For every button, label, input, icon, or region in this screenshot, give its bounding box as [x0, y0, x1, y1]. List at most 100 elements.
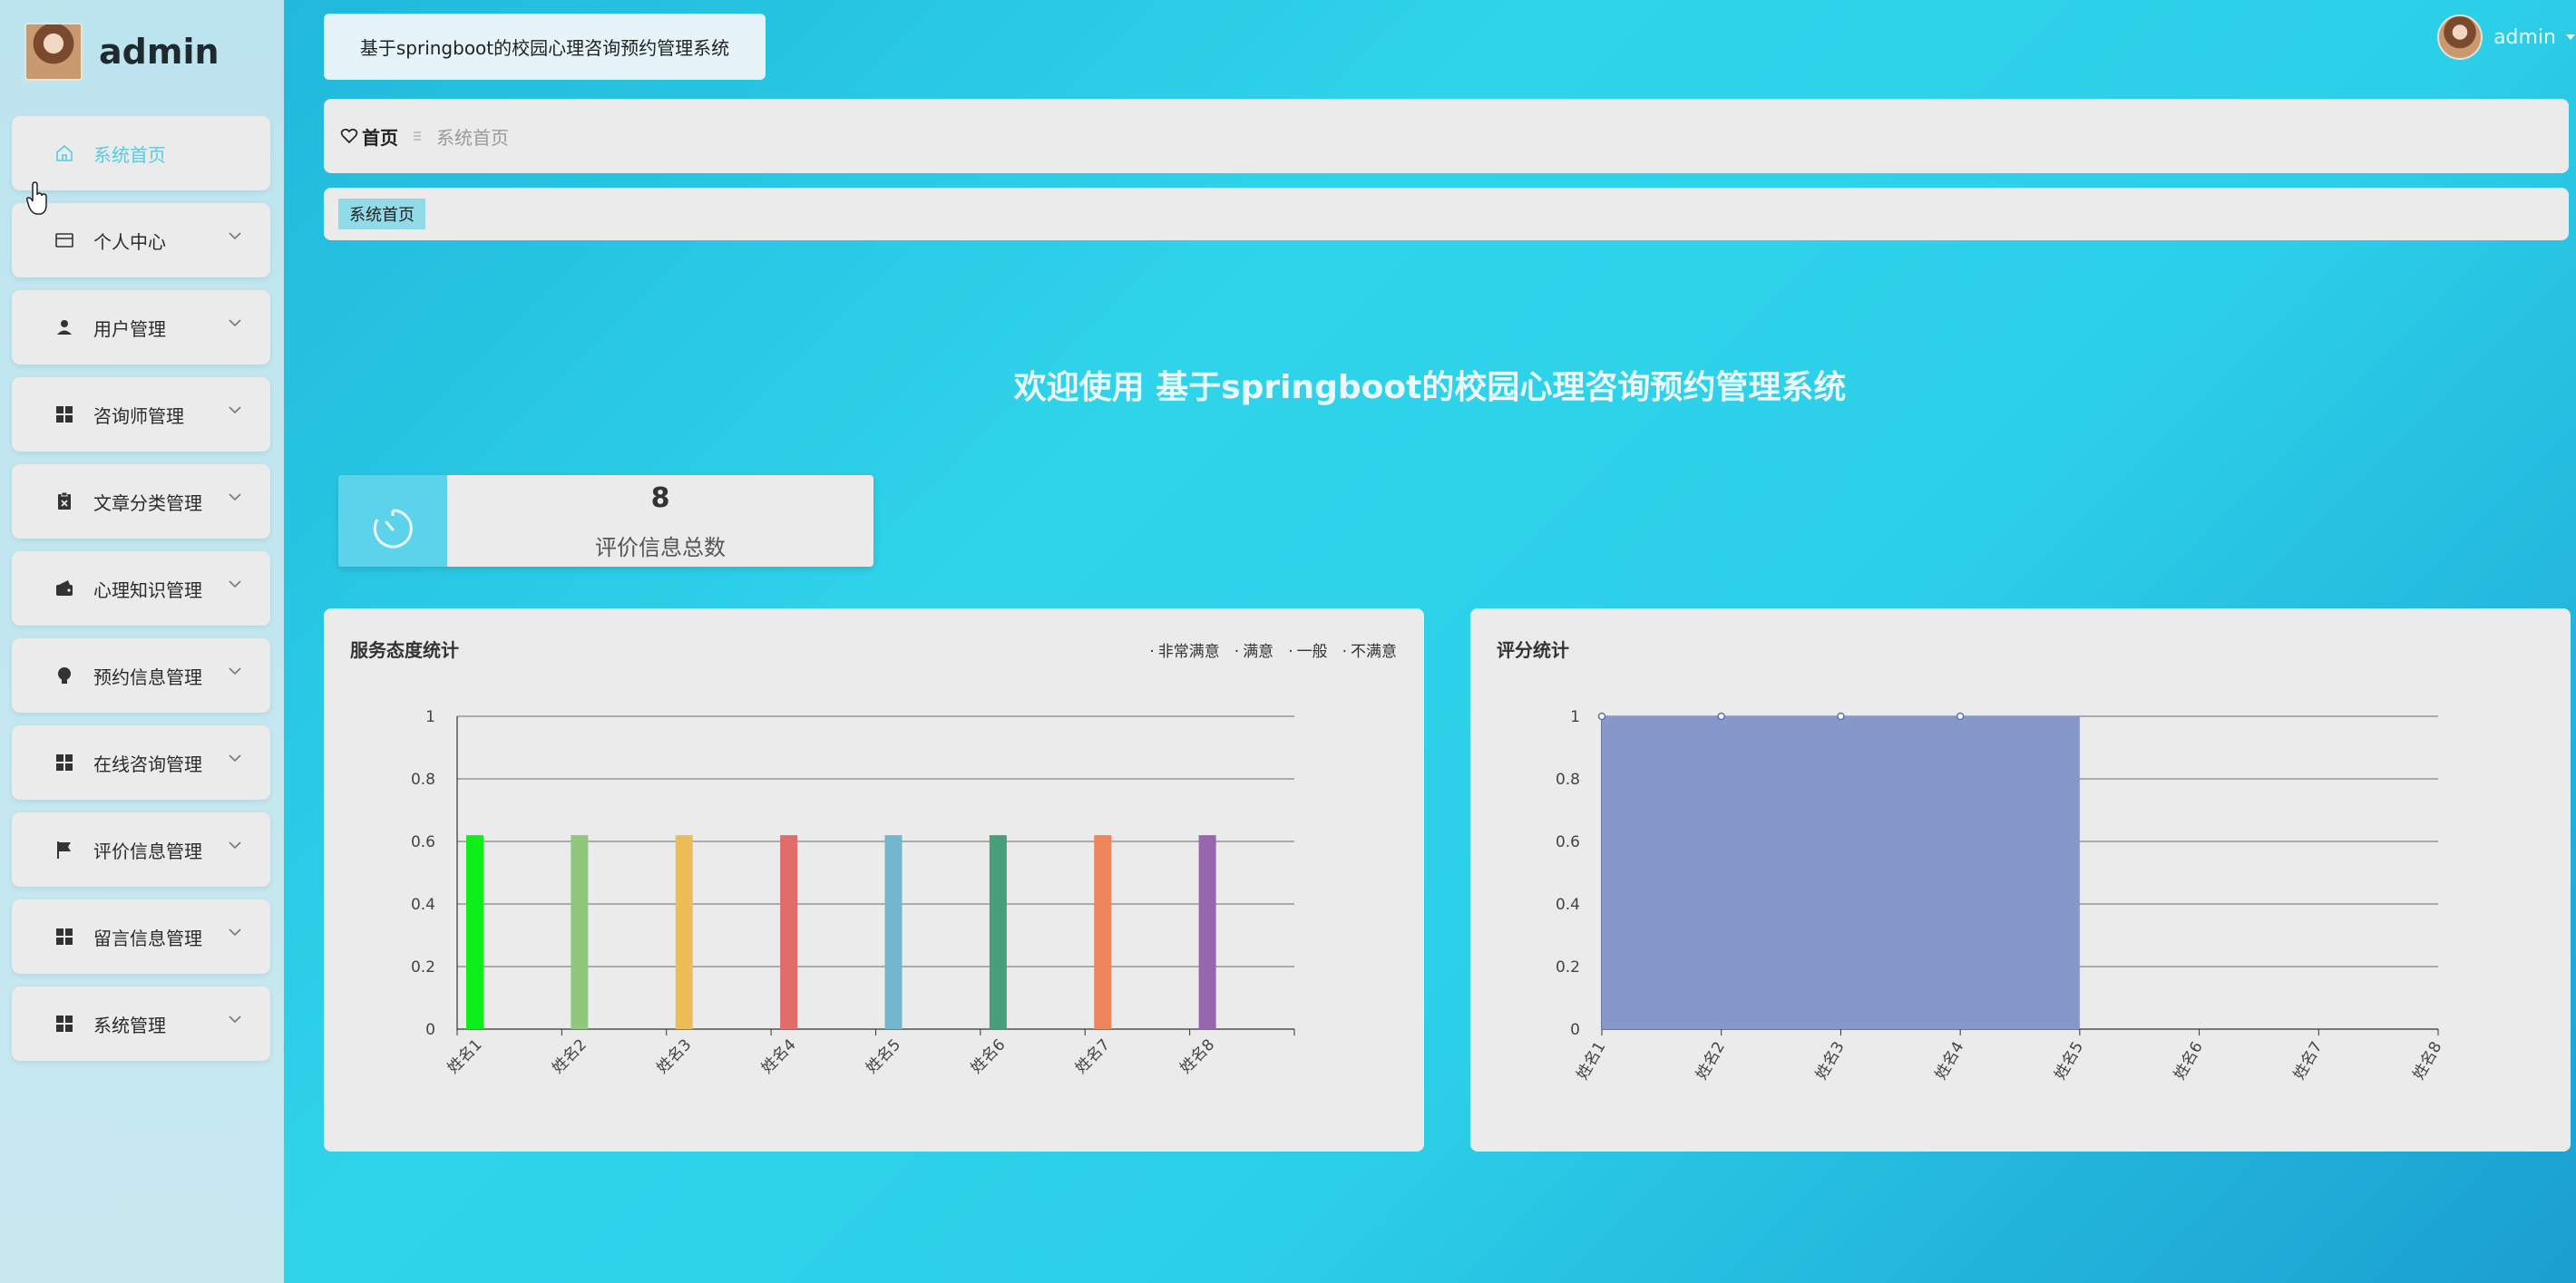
separator-icon [414, 131, 421, 141]
sidebar-item-knowledge-management[interactable]: 心理知识管理 [12, 551, 270, 626]
bar [466, 835, 483, 1029]
y-tick-label: 0.8 [1556, 771, 1580, 789]
x-tick-label: 姓名4 [1932, 1039, 1968, 1084]
sidebar-item-label: 在线咨询管理 [93, 753, 202, 775]
x-tick-label: 姓名5 [2051, 1039, 2087, 1084]
bar [884, 835, 903, 1029]
y-tick-label: 1 [425, 708, 435, 726]
area-fill [1602, 716, 2080, 1029]
user-menu[interactable]: admin [2437, 15, 2576, 60]
grid-icon [54, 1013, 75, 1035]
welcome-heading: 欢迎使用 基于springboot的校园心理咨询预约管理系统 [1013, 369, 1847, 406]
sidebar-item-review-management[interactable]: 评价信息管理 [12, 812, 270, 887]
heart-icon [340, 128, 358, 144]
brand: admin [24, 23, 220, 81]
x-tick-label: 姓名1 [1574, 1039, 1610, 1084]
x-tick-label: 姓名8 [2410, 1039, 2446, 1084]
data-point [1837, 712, 1845, 721]
chevron-down-icon [229, 580, 241, 588]
chevron-down-icon [229, 1016, 241, 1024]
breadcrumb: 首页 系统首页 [324, 99, 2569, 173]
tags-bar: 系统首页 [324, 188, 2569, 240]
bar-chart: 0 0.2 0.4 0.6 0.8 1 姓名1 姓名2 姓名3 姓名4 姓名5 姓名6 姓名7 姓名8 [411, 708, 1295, 1077]
y-tick-label: 0.6 [411, 833, 435, 851]
x-tick-label: 姓名2 [1693, 1039, 1729, 1084]
y-tick-label: 0.6 [1556, 833, 1580, 851]
y-tick-label: 0.4 [1556, 896, 1580, 914]
sidebar-item-home[interactable]: 系统首页 [12, 116, 270, 190]
stat-card: 8 评价信息总数 [338, 475, 873, 567]
chevron-down-icon [229, 319, 241, 327]
bar [675, 835, 693, 1029]
grid-icon [54, 403, 75, 425]
y-tick-label: 0 [425, 1021, 435, 1039]
breadcrumb-home-link[interactable]: 首页 [362, 123, 398, 150]
bar [780, 835, 798, 1029]
chevron-down-icon [229, 667, 241, 676]
sidebar-item-label: 预约信息管理 [93, 666, 202, 688]
x-tick-label: 姓名6 [968, 1035, 1010, 1077]
timer-icon [338, 475, 447, 567]
stat-value: 8 [650, 482, 670, 514]
grid-icon [54, 752, 75, 773]
sidebar-item-appointment-management[interactable]: 预约信息管理 [12, 638, 270, 713]
tab-home[interactable]: 系统首页 [338, 199, 425, 229]
x-tick-label: 姓名8 [1176, 1035, 1218, 1077]
bar [989, 835, 1007, 1029]
sidebar-item-label: 留言信息管理 [93, 927, 202, 949]
data-point [1717, 712, 1725, 721]
x-tick-label: 姓名4 [758, 1035, 800, 1077]
y-tick-label: 0.2 [411, 958, 435, 977]
chevron-down-icon [229, 754, 241, 763]
sidebar-item-label: 用户管理 [93, 317, 166, 340]
sidebar-item-label: 心理知识管理 [93, 578, 202, 601]
user-name: admin [2493, 25, 2556, 49]
system-title: 基于springboot的校园心理咨询预约管理系统 [324, 14, 766, 80]
avatar [24, 23, 83, 81]
bar [1094, 835, 1112, 1029]
chevron-down-icon [229, 493, 241, 501]
area-chart: 0 0.2 0.4 0.6 0.8 1 姓名1 姓名2 姓名3 姓名4 姓名5 姓名6 姓名7 姓名8 [1556, 708, 2446, 1084]
sidebar-item-message-management[interactable]: 留言信息管理 [12, 899, 270, 974]
x-tick-label: 姓名3 [653, 1035, 695, 1077]
sidebar-item-system-management[interactable]: 系统管理 [12, 987, 270, 1061]
y-tick-label: 0.2 [1556, 958, 1580, 977]
grid-icon [54, 926, 75, 948]
sidebar-item-label: 系统首页 [93, 143, 166, 166]
chevron-down-icon [229, 232, 241, 240]
x-tick-label: 姓名2 [549, 1035, 590, 1077]
breadcrumb-current: 系统首页 [436, 126, 509, 149]
data-point [1956, 712, 1965, 721]
bar [571, 835, 589, 1029]
home-icon [54, 142, 75, 164]
mouse-pointer-icon [25, 181, 47, 215]
chevron-down-icon [229, 406, 241, 414]
sidebar-item-label: 系统管理 [93, 1014, 166, 1036]
x-tick-label: 姓名6 [2171, 1039, 2207, 1084]
chevron-down-icon [229, 841, 241, 850]
sidebar-item-counselor-management[interactable]: 咨询师管理 [12, 377, 270, 452]
x-tick-label: 姓名7 [2290, 1039, 2327, 1084]
avatar [2437, 15, 2483, 60]
sidebar-menu: 系统首页 个人中心 用户管理 咨询师管理 文章分类管理 心理知识管理 预约信息管… [12, 116, 270, 1074]
stat-label: 评价信息总数 [595, 535, 726, 560]
sidebar-item-user-management[interactable]: 用户管理 [12, 290, 270, 364]
x-tick-label: 姓名5 [863, 1035, 904, 1077]
sidebar-item-label: 个人中心 [93, 230, 166, 253]
bulb-icon [54, 665, 75, 686]
y-tick-label: 1 [1570, 708, 1580, 726]
brand-name: admin [99, 32, 220, 72]
sidebar-item-article-category-management[interactable]: 文章分类管理 [12, 464, 270, 539]
y-tick-label: 0 [1570, 1021, 1580, 1039]
x-tick-label: 姓名3 [1812, 1039, 1849, 1084]
data-point [1597, 712, 1606, 721]
sidebar-item-online-consult-management[interactable]: 在线咨询管理 [12, 725, 270, 800]
y-tick-label: 0.8 [411, 771, 435, 789]
user-icon [54, 316, 75, 338]
flag-icon [54, 839, 75, 860]
sidebar-item-label: 咨询师管理 [93, 404, 184, 427]
caret-down-icon [2566, 34, 2575, 40]
card-icon [54, 229, 75, 251]
sidebar-item-label: 评价信息管理 [93, 840, 202, 862]
sidebar: admin 系统首页 个人中心 用户管理 咨询师管理 文章分类管理 心理知识管理… [0, 0, 284, 1283]
